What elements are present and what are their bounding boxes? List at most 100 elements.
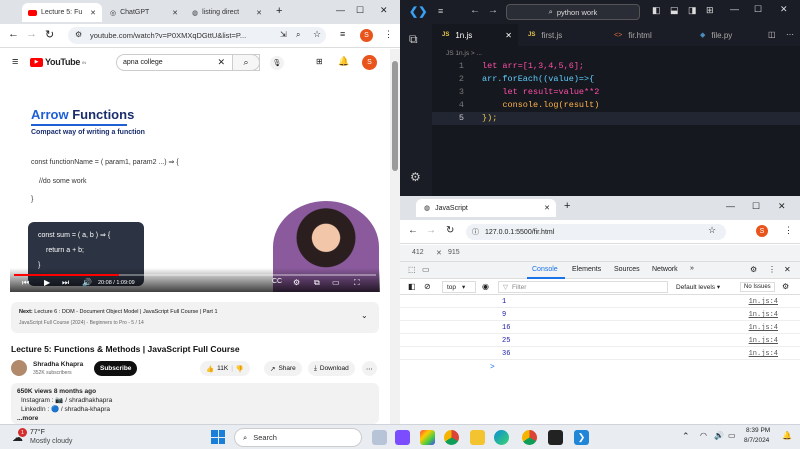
wifi-icon[interactable]: ◠ [700, 431, 707, 440]
issues-badge[interactable]: No Issues [740, 282, 775, 292]
toggle-sidebar-icon[interactable]: ◧ [652, 5, 661, 16]
settings-gear-icon[interactable]: ⚙ [410, 170, 421, 184]
close-icon[interactable]: ✕ [172, 9, 178, 17]
close-window-button[interactable]: ✕ [380, 5, 388, 16]
panel-network[interactable]: Network [652, 266, 678, 273]
menu-icon[interactable]: ⋮ [384, 29, 393, 40]
clock-date[interactable]: 8/7/2024 [744, 437, 769, 444]
bookmark-star-icon[interactable]: ☆ [708, 225, 716, 236]
devtools-settings-icon[interactable]: ⚙ [750, 265, 757, 274]
notifications-icon[interactable]: 🔔 [782, 431, 792, 440]
source-link[interactable]: 1n.js:4 [749, 311, 778, 319]
site-info-icon[interactable]: ⚙ [75, 30, 82, 39]
breadcrumb[interactable]: JS 1n.js > ... [446, 50, 482, 57]
subscribe-button[interactable]: Subscribe [94, 361, 138, 376]
tab-chatgpt[interactable]: ◎ ChatGPT ✕ [104, 3, 184, 22]
back-icon[interactable]: ← [408, 225, 418, 236]
tab-fir-html[interactable]: <> fir.html [604, 24, 690, 46]
zoom-icon[interactable]: ⌕ [296, 30, 300, 40]
battery-icon[interactable]: ▭ [728, 431, 736, 440]
play-icon[interactable]: ▶ [44, 278, 50, 287]
hamburger-icon[interactable]: ≡ [12, 56, 18, 68]
terminal-icon[interactable] [548, 430, 563, 445]
forward-icon[interactable]: → [488, 5, 498, 16]
panel-console[interactable]: Console [532, 266, 558, 273]
log-levels-select[interactable]: Default levels ▾ [676, 283, 720, 291]
share-button[interactable]: ↗ Share [264, 361, 302, 376]
maximize-button[interactable]: ☐ [754, 4, 762, 15]
tab-listing[interactable]: ◍ listing direct ✕ [186, 3, 268, 22]
teams-icon[interactable] [395, 430, 410, 445]
theater-icon[interactable]: ▭ [332, 278, 340, 287]
search-button[interactable]: ⌕ [232, 54, 260, 71]
source-link[interactable]: 1n.js:4 [749, 298, 778, 306]
tab-file-py[interactable]: ◆ file.py [690, 24, 760, 46]
clock-time[interactable]: 8:39 PM [746, 427, 770, 434]
volume-icon[interactable]: 🔊 [82, 278, 92, 287]
more-actions-button[interactable]: ⋯ [362, 361, 377, 376]
layout-icon[interactable]: ⊞ [706, 5, 714, 16]
source-link[interactable]: 1n.js:4 [749, 337, 778, 345]
minimize-button[interactable]: — [730, 4, 739, 14]
panel-elements[interactable]: Elements [572, 266, 601, 273]
devtools-menu-icon[interactable]: ⋮ [768, 265, 776, 274]
chevron-down-icon[interactable]: ⌄ [361, 311, 368, 320]
voice-search-icon[interactable]: 🎙 [270, 56, 284, 70]
code-editor[interactable]: 1 let arr=[1,3,4,5,6]; 2 arr.forEach((valu… [432, 60, 800, 125]
context-select[interactable]: top ▾ [442, 281, 476, 293]
windows-start-icon[interactable] [211, 430, 225, 444]
command-center[interactable]: ⌕ python work [506, 4, 640, 20]
console-prompt[interactable]: > [490, 362, 495, 371]
vscode-taskbar-icon[interactable]: ❯ [574, 430, 589, 445]
close-icon[interactable]: ✕ [505, 31, 512, 40]
task-view-icon[interactable] [372, 430, 387, 445]
tab-youtube[interactable]: Lecture 5: Fu ✕ [22, 3, 102, 22]
install-icon[interactable]: ⇲ [280, 30, 287, 39]
chevron-up-icon[interactable]: ⌃ [682, 431, 690, 442]
next-video-card[interactable]: Next: Lecture 6 : DOM - Document Object … [11, 302, 379, 333]
address-bar[interactable]: ⚙ youtube.com/watch?v=P0XMXqDGttU&list=P… [68, 27, 326, 44]
reload-icon[interactable]: ↻ [45, 28, 54, 41]
create-icon[interactable]: ⊞ [316, 57, 323, 66]
close-icon[interactable]: ✕ [90, 9, 96, 17]
new-tab-button[interactable]: + [276, 5, 282, 17]
scroll-thumb[interactable] [392, 61, 398, 171]
sidebar-toggle-icon[interactable]: ◧ [408, 282, 416, 291]
clear-console-icon[interactable]: ⊘ [424, 282, 431, 291]
miniplayer-icon[interactable]: ⧉ [314, 278, 320, 288]
clear-search-icon[interactable]: ✕ [217, 57, 225, 68]
explorer-icon[interactable]: ⧉ [409, 32, 418, 47]
progress-track[interactable] [14, 274, 376, 276]
more-actions-icon[interactable]: ⋯ [786, 30, 794, 39]
profile-avatar[interactable]: S [360, 29, 373, 42]
minimize-button[interactable]: — [726, 201, 735, 211]
download-button[interactable]: ⤓ Download [308, 361, 355, 376]
bookmark-star-icon[interactable]: ☆ [313, 29, 321, 40]
maximize-button[interactable]: ☐ [356, 5, 364, 16]
weather-widget[interactable]: ☁ 1 77°F Mostly cloudy [10, 428, 90, 447]
settings-icon[interactable]: ⚙ [293, 278, 300, 287]
tab-javascript[interactable]: ◍ JavaScript ✕ [416, 199, 556, 217]
console-settings-icon[interactable]: ⚙ [782, 282, 789, 291]
close-icon[interactable]: ✕ [256, 9, 262, 17]
description-box[interactable]: 650K views 8 months ago Instagram : 📷 / … [11, 383, 379, 424]
channel-avatar[interactable] [11, 360, 27, 376]
toggle-secondary-icon[interactable]: ◨ [688, 5, 697, 16]
like-button[interactable]: 👍 11K | 👎 [200, 361, 250, 376]
toggle-panel-icon[interactable]: ⬓ [670, 5, 679, 16]
more-link[interactable]: ...more [17, 414, 373, 423]
minimize-button[interactable]: — [336, 5, 345, 15]
inspect-icon[interactable]: ⬚ [408, 265, 416, 274]
close-window-button[interactable]: ✕ [780, 4, 788, 15]
edge-icon[interactable] [494, 430, 509, 445]
menu-icon[interactable]: ≡ [438, 6, 443, 16]
split-editor-icon[interactable]: ◫ [768, 30, 776, 39]
reload-icon[interactable]: ↻ [446, 225, 454, 236]
fullscreen-icon[interactable]: ⛶ [354, 278, 360, 288]
close-window-button[interactable]: ✕ [778, 201, 786, 212]
new-tab-button[interactable]: + [564, 200, 570, 212]
profile-avatar[interactable]: S [756, 225, 768, 237]
notifications-icon[interactable]: 🔔 [338, 56, 349, 67]
taskbar-search[interactable]: ⌕ Search [234, 428, 362, 447]
devtools-close-icon[interactable]: ✕ [784, 265, 791, 274]
